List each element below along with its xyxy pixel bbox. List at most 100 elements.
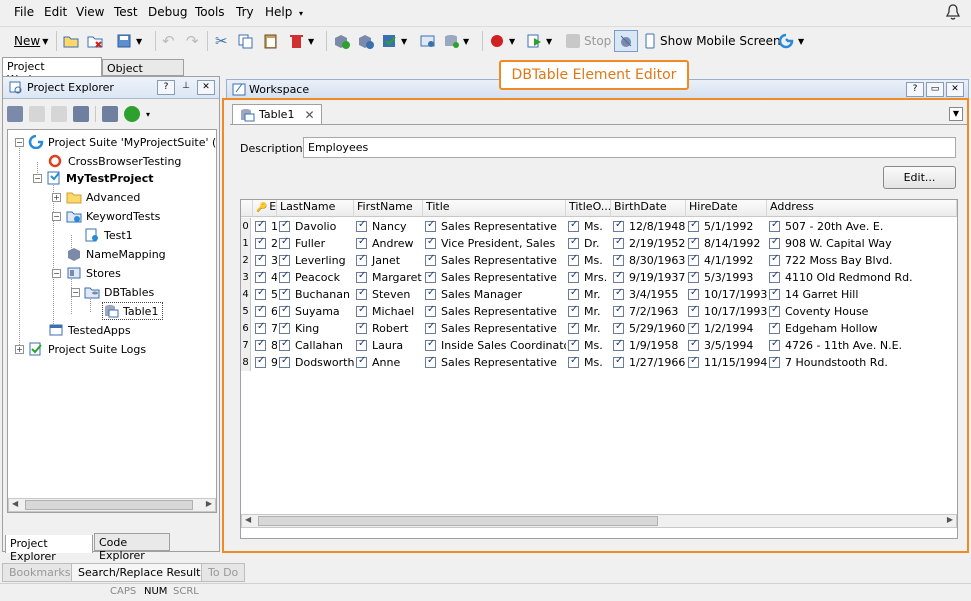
testcomplete-icon[interactable]: ▼	[778, 30, 804, 52]
copy-icon[interactable]	[237, 30, 255, 52]
menu-test[interactable]: Test	[114, 5, 138, 19]
tab-todo[interactable]: To Do	[201, 563, 246, 582]
close-icon[interactable]: ✕	[946, 82, 964, 97]
tree-item-namemapping[interactable]: NameMapping	[66, 245, 166, 263]
tree-item-stores[interactable]: Stores	[66, 264, 121, 282]
pin-icon[interactable]: ⊥	[177, 80, 195, 95]
keyword-test-icon	[85, 228, 98, 242]
scroll-thumb[interactable]	[25, 500, 193, 510]
menu-edit[interactable]: Edit	[44, 5, 67, 19]
toolbar-separator	[482, 31, 483, 51]
restore-icon[interactable]: ▭	[926, 82, 944, 97]
tree-item-dbtables[interactable]: DBTables	[84, 283, 154, 301]
project-props-icon[interactable]	[73, 106, 89, 122]
toolbar-separator	[95, 106, 96, 122]
tab-object-browser[interactable]: Object Browser	[102, 59, 184, 88]
help-icon[interactable]: ?	[906, 82, 924, 97]
toolbar-separator	[56, 31, 57, 51]
tree-item-project-suite[interactable]: Project Suite 'MyProjectSuite' (1 pro	[28, 133, 216, 151]
menu-try[interactable]: Try	[236, 5, 254, 19]
toolbar-separator	[155, 31, 156, 51]
tested-apps-icon	[49, 324, 63, 336]
tree-item-advanced[interactable]: Advanced	[66, 188, 140, 206]
tree-item-keywordtests[interactable]: KeywordTests	[66, 207, 160, 225]
project-explorer-title: Project Explorer	[27, 81, 114, 94]
tree-item-test1[interactable]: Test1	[84, 226, 133, 244]
cut-icon[interactable]: ✂	[215, 30, 228, 52]
close-project-icon[interactable]	[86, 30, 104, 52]
tab-project-explorer[interactable]: Project Explorer	[5, 535, 93, 563]
stores-icon	[67, 267, 81, 279]
tree-item-crossbrowser[interactable]: CrossBrowserTesting	[48, 152, 181, 170]
tab-project-workspace[interactable]: Project Workspace	[2, 57, 102, 86]
run-project-icon[interactable]	[102, 106, 118, 122]
tree-horizontal-scrollbar[interactable]: ◀ ▶	[8, 498, 216, 512]
help-icon[interactable]: ?	[157, 80, 175, 95]
close-icon[interactable]: ✕	[197, 80, 215, 95]
status-bar: CAPS NUM SCRL	[0, 583, 971, 601]
tree-item-table1[interactable]: Table1	[102, 302, 164, 320]
top-tab-strip: Project Workspace Object Browser	[0, 56, 971, 88]
stores-icon[interactable]: ▼	[443, 30, 469, 52]
tree-expander[interactable]: +	[15, 345, 24, 354]
remove-item-icon[interactable]	[51, 106, 67, 122]
menu-view[interactable]: View	[76, 5, 104, 19]
object-spy-icon[interactable]	[419, 30, 437, 52]
toolbar-separator	[326, 31, 327, 51]
editor-highlight-frame	[222, 98, 969, 553]
paste-icon[interactable]	[262, 30, 280, 52]
checkpoint-icon[interactable]: ▼	[381, 30, 407, 52]
scroll-left-icon[interactable]: ◀	[12, 499, 18, 508]
menu-tools[interactable]: Tools	[195, 5, 225, 19]
menu-bar: File Edit View Test Debug Tools Try Help…	[0, 0, 971, 26]
show-mobile-screen-button[interactable]: Show Mobile Screen	[644, 30, 781, 52]
add-item-icon[interactable]	[333, 30, 351, 52]
overflow-icon[interactable]: ▾	[146, 110, 150, 119]
scroll-right-icon[interactable]: ▶	[206, 499, 212, 508]
main-toolbar: New ▼ ▼ ↶ ↷ ✂ ▼ ▼ ▼ ▼ ▼ Stop Show Mobile …	[0, 26, 971, 56]
status-scrl: SCRL	[173, 586, 199, 597]
redo-icon[interactable]: ↷	[186, 30, 199, 52]
tab-code-explorer[interactable]: Code Explorer	[94, 533, 170, 562]
notification-bell-icon[interactable]	[945, 3, 961, 21]
menu-debug[interactable]: Debug	[148, 5, 187, 19]
save-all-icon[interactable]: ▼	[116, 30, 142, 52]
tree-expander[interactable]: −	[52, 269, 61, 278]
new-button[interactable]: New ▼	[14, 30, 48, 52]
menu-file[interactable]: File	[14, 5, 34, 19]
record-icon[interactable]: ▼	[489, 30, 515, 52]
status-num: NUM	[144, 586, 168, 597]
debug-toggle-icon[interactable]	[614, 30, 638, 52]
stop-button[interactable]: Stop	[566, 30, 611, 52]
toolbar-separator	[207, 31, 208, 51]
database-icon	[84, 287, 100, 299]
menu-help[interactable]: Help	[265, 5, 292, 19]
tree-item-logs[interactable]: Project Suite Logs	[28, 340, 146, 358]
project-tree: − Project Suite 'MyProjectSuite' (1 pro …	[7, 129, 217, 513]
tree-item-project[interactable]: MyTestProject	[46, 169, 153, 187]
project-explorer-icon	[9, 81, 22, 93]
run-icon[interactable]: ▼	[526, 30, 552, 52]
tree-expander[interactable]: −	[52, 212, 61, 221]
project-explorer-titlebar: Project Explorer ? ⊥ ✕	[3, 77, 219, 99]
tab-search-replace[interactable]: Search/Replace Results	[71, 563, 214, 582]
run-suite-icon[interactable]	[124, 106, 140, 122]
tab-bookmarks[interactable]: Bookmarks	[2, 563, 78, 582]
mobile-icon	[645, 33, 655, 49]
undo-icon[interactable]: ↶	[162, 30, 175, 52]
tree-expander[interactable]: −	[71, 288, 80, 297]
project-explorer-panel: Project Explorer ? ⊥ ✕ ▾ − Project Suite…	[2, 76, 220, 563]
menu-overflow-icon[interactable]: ▾	[299, 9, 303, 18]
tree-item-testedapps[interactable]: TestedApps	[48, 321, 131, 339]
add-item-icon[interactable]	[7, 106, 23, 122]
add-existing-icon[interactable]	[29, 106, 45, 122]
workspace-icon	[232, 83, 246, 96]
open-icon[interactable]	[62, 30, 80, 52]
tree-expander[interactable]: +	[52, 193, 61, 202]
logs-icon	[29, 342, 42, 356]
add-existing-icon[interactable]	[357, 30, 375, 52]
tree-expander[interactable]: −	[15, 138, 24, 147]
tree-expander[interactable]: −	[33, 174, 42, 183]
delete-icon[interactable]: ▼	[288, 30, 314, 52]
folder-icon	[66, 192, 82, 204]
